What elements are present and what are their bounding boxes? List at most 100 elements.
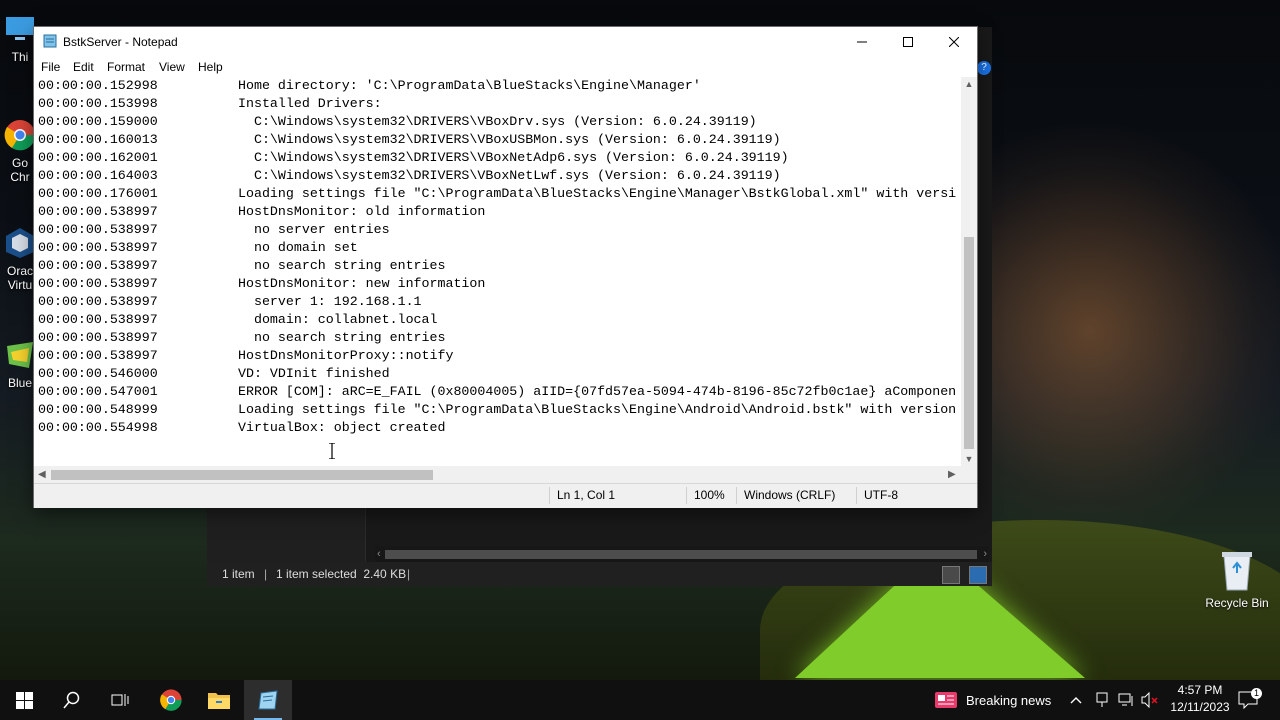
large-icons-view-icon[interactable] (969, 566, 987, 584)
recycle-bin-label: Recycle Bin (1205, 596, 1269, 610)
menu-file[interactable]: File (41, 57, 60, 77)
log-line: 00:00:00.152998 Home directory: 'C:\Progr… (38, 77, 701, 95)
news-label: Breaking news (966, 692, 1052, 708)
log-timestamp: 00:00:00.160013 (38, 132, 158, 147)
log-message: VD: VDInit finished (238, 366, 390, 381)
log-line: 00:00:00.160013 C:\Windows\system32\DRIV… (38, 131, 781, 149)
log-timestamp: 00:00:00.538997 (38, 348, 158, 363)
zoom-level: 100% (694, 488, 725, 502)
bluestacks-icon (7, 342, 33, 368)
action-center-button[interactable]: 1 (1238, 680, 1263, 720)
log-message: Installed Drivers: (238, 96, 382, 111)
news-widget[interactable]: Breaking news (934, 680, 1051, 720)
log-line: 00:00:00.538997 no search string entries (38, 257, 445, 275)
title-bar[interactable]: BstkServer - Notepad (34, 27, 977, 57)
scroll-left-icon[interactable]: ◀ (38, 466, 46, 483)
log-line: 00:00:00.538997 domain: collabnet.local (38, 311, 438, 329)
tray-device-icon[interactable] (1095, 680, 1109, 720)
menu-help[interactable]: Help (198, 57, 223, 77)
scroll-right-icon[interactable]: ▶ (948, 466, 956, 483)
log-message: HostDnsMonitor: old information (238, 204, 486, 219)
menu-view[interactable]: View (159, 57, 185, 77)
windows-icon (15, 691, 33, 709)
scroll-left-icon[interactable]: ‹ (377, 546, 381, 562)
horizontal-scrollbar[interactable]: ◀ ▶ (34, 466, 961, 483)
log-message: C:\Windows\system32\DRIVERS\VBoxUSBMon.s… (238, 132, 781, 147)
log-line: 00:00:00.548999 Loading settings file "C:… (38, 401, 956, 419)
log-message: HostDnsMonitor: new information (238, 276, 486, 291)
scroll-right-icon[interactable]: › (983, 546, 987, 562)
menu-bar: File Edit Format View Help (34, 57, 977, 77)
this-pc-icon (6, 17, 34, 40)
log-timestamp: 00:00:00.153998 (38, 96, 158, 111)
log-message: Home directory: 'C:\ProgramData\BlueStac… (238, 78, 701, 93)
log-timestamp: 00:00:00.176001 (38, 186, 158, 201)
line-endings: Windows (CRLF) (744, 488, 836, 502)
log-line: 00:00:00.153998 Installed Drivers: (38, 95, 382, 113)
scrollbar-thumb[interactable] (964, 237, 974, 449)
log-timestamp: 00:00:00.546000 (38, 366, 158, 381)
explorer-horizontal-scrollbar[interactable]: ‹ › (375, 546, 989, 562)
log-line: 00:00:00.538997 no server entries (38, 221, 390, 239)
log-message: C:\Windows\system32\DRIVERS\VBoxDrv.sys … (238, 114, 757, 129)
recycle-bin[interactable]: Recycle Bin (1198, 548, 1276, 610)
log-timestamp: 00:00:00.538997 (38, 330, 158, 345)
log-timestamp: 00:00:00.538997 (38, 294, 158, 309)
text-cursor-icon (329, 443, 335, 459)
recycle-bin-icon (1222, 552, 1252, 591)
status-divider (686, 487, 687, 504)
status-divider: | (407, 567, 411, 581)
log-timestamp: 00:00:00.547001 (38, 384, 158, 399)
usb-device-icon (1096, 692, 1108, 707)
task-view-button[interactable] (96, 680, 144, 720)
selection-info: 1 item selected 2.40 KB (276, 567, 407, 581)
log-line: 00:00:00.162001 C:\Windows\system32\DRIV… (38, 149, 789, 167)
status-divider (856, 487, 857, 504)
log-timestamp: 00:00:00.538997 (38, 258, 158, 273)
size-grip[interactable] (961, 466, 977, 483)
log-message: VirtualBox: object created (238, 420, 446, 435)
log-timestamp: 00:00:00.538997 (38, 276, 158, 291)
search-button[interactable] (48, 680, 96, 720)
log-message: ERROR [COM]: aRC=E_FAIL (0x80004005) aII… (238, 384, 957, 399)
show-hidden-icons-button[interactable] (1070, 680, 1082, 720)
close-button[interactable] (931, 27, 977, 57)
log-line: 00:00:00.176001 Loading settings file "C:… (38, 185, 956, 203)
log-message: no server entries (238, 222, 390, 237)
details-view-icon[interactable] (942, 566, 960, 584)
log-message: no search string entries (238, 258, 446, 273)
help-icon[interactable]: ? (977, 61, 991, 75)
scroll-down-icon[interactable]: ▼ (961, 454, 977, 464)
log-message: server 1: 192.168.1.1 (238, 294, 422, 309)
status-divider: | (264, 567, 268, 581)
taskbar-file-explorer[interactable] (195, 680, 243, 720)
minimize-button[interactable] (839, 27, 885, 57)
encoding: UTF-8 (864, 488, 898, 502)
notepad-icon (258, 690, 278, 710)
chrome-icon (160, 689, 182, 711)
cursor-position: Ln 1, Col 1 (557, 488, 616, 502)
log-timestamp: 00:00:00.538997 (38, 312, 158, 327)
tray-volume-icon[interactable] (1141, 680, 1159, 720)
task-view-icon (111, 694, 129, 706)
tray-network-icon[interactable] (1118, 680, 1134, 720)
menu-edit[interactable]: Edit (73, 57, 94, 77)
virtualbox-icon (6, 228, 34, 258)
scrollbar-thumb[interactable] (51, 470, 433, 480)
log-message: C:\Windows\system32\DRIVERS\VBoxNetAdp6.… (238, 150, 789, 165)
log-timestamp: 00:00:00.538997 (38, 222, 158, 237)
start-button[interactable] (0, 680, 48, 720)
clock[interactable]: 4:57 PM 12/11/2023 (1160, 682, 1240, 716)
vertical-scrollbar[interactable]: ▲ ▼ (961, 77, 977, 466)
scrollbar-thumb[interactable] (385, 550, 977, 559)
folder-icon (208, 693, 230, 709)
menu-format[interactable]: Format (107, 57, 145, 77)
text-editor[interactable]: 00:00:00.152998 Home directory: 'C:\Progr… (34, 77, 961, 466)
taskbar-chrome[interactable] (147, 680, 195, 720)
taskbar-notepad[interactable] (244, 680, 292, 720)
log-timestamp: 00:00:00.538997 (38, 204, 158, 219)
maximize-button[interactable] (885, 27, 931, 57)
log-message: no search string entries (238, 330, 446, 345)
close-icon (949, 37, 959, 47)
scroll-up-icon[interactable]: ▲ (961, 79, 977, 89)
